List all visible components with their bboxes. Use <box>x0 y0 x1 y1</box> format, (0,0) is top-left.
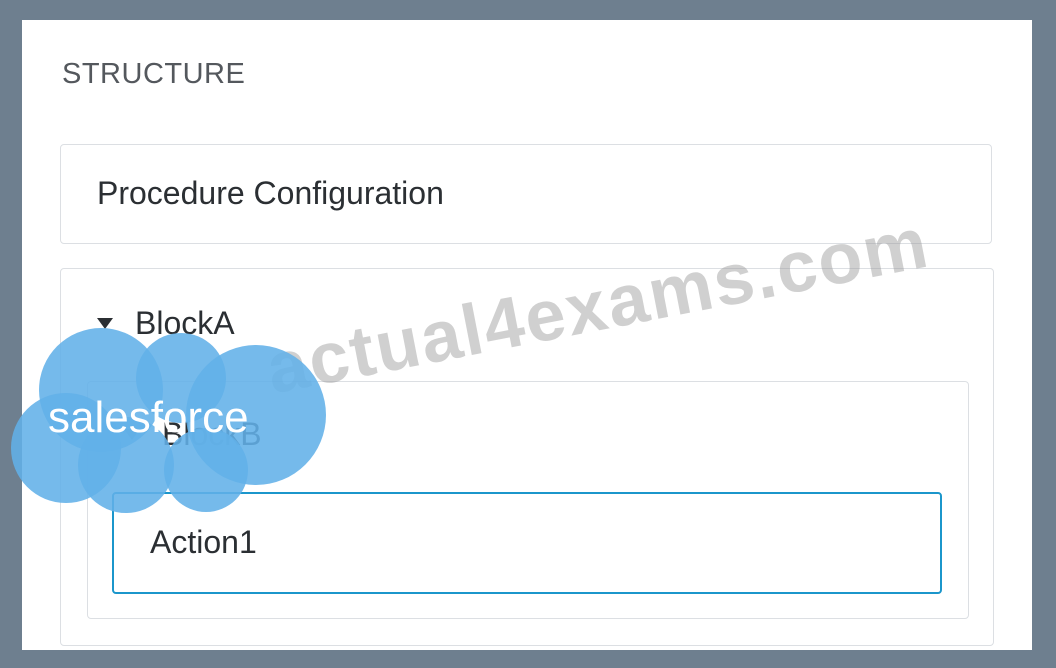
procedure-configuration-item[interactable]: Procedure Configuration <box>60 144 992 244</box>
block-b-label: BlockB <box>162 415 262 452</box>
block-a-label: BlockA <box>135 304 235 341</box>
procedure-configuration-label: Procedure Configuration <box>97 175 444 211</box>
action1-item-selected[interactable]: Action1 <box>112 492 942 594</box>
section-heading: STRUCTURE <box>62 58 246 90</box>
structure-panel: STRUCTURE Procedure Configuration BlockA… <box>22 20 1032 650</box>
block-a-toggle[interactable]: BlockA <box>97 303 235 343</box>
block-b-container: BlockB Action1 <box>87 381 969 619</box>
block-b-toggle[interactable]: BlockB <box>124 414 262 454</box>
caret-down-icon[interactable] <box>124 428 140 440</box>
block-a-container: BlockA BlockB Action1 <box>60 268 994 646</box>
caret-down-icon[interactable] <box>97 317 113 329</box>
action1-label: Action1 <box>150 524 257 560</box>
